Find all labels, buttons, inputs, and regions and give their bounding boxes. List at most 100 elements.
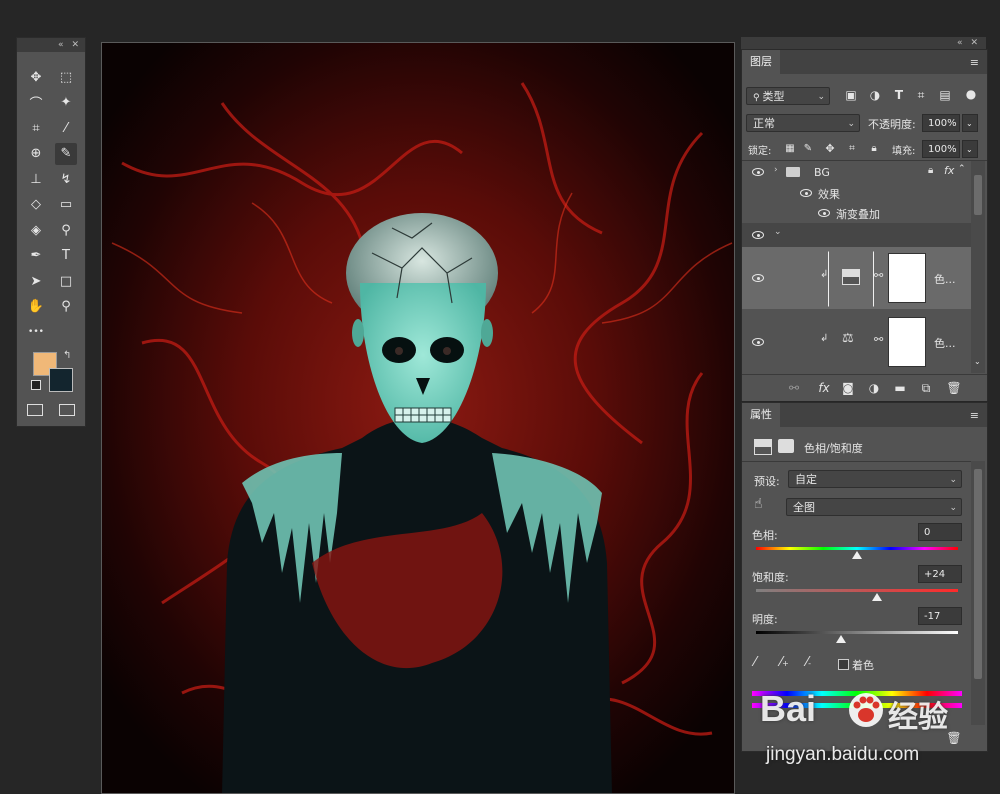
scroll-thumb[interactable]	[974, 175, 982, 215]
trash-icon[interactable]: 🗑︎	[946, 730, 962, 746]
default-colors-icon[interactable]	[31, 380, 41, 390]
filter-type-icon[interactable]: T	[892, 88, 906, 102]
lasso-tool[interactable]: ⌒	[25, 92, 47, 114]
chain-link-icon[interactable]: ⚯	[874, 333, 883, 346]
blur-tool[interactable]: ◈	[25, 219, 47, 241]
tab-properties[interactable]: 属性	[742, 403, 780, 427]
dodge-tool[interactable]: ⚲	[55, 219, 77, 241]
marquee-tool[interactable]: ⬚	[55, 66, 77, 88]
screen-mode-icon[interactable]	[59, 404, 75, 416]
opacity-dropdown[interactable]: ⌄	[962, 114, 978, 132]
eyedropper-add-icon[interactable]: ⁄+	[780, 655, 789, 670]
document-canvas[interactable]	[101, 42, 735, 794]
pen-tool[interactable]: ✒	[25, 245, 47, 267]
eyedropper-tool[interactable]: ⁄	[55, 117, 77, 139]
visibility-eye-icon[interactable]	[750, 166, 766, 178]
adjustment-layer-icon[interactable]: ◑	[866, 380, 882, 396]
new-group-icon[interactable]: ▬	[892, 380, 908, 396]
filter-pixel-icon[interactable]: ▣	[844, 88, 858, 102]
panel-menu-icon[interactable]: ≡	[970, 409, 979, 422]
preset-dropdown[interactable]: 自定 ⌄	[788, 470, 962, 488]
path-selection-tool[interactable]: ➤	[25, 270, 47, 292]
lock-all-icon[interactable]: 🔒︎	[868, 142, 880, 154]
channel-dropdown[interactable]: 全图 ⌄	[786, 498, 962, 516]
tab-layers[interactable]: 图层	[742, 50, 780, 74]
visibility-eye-icon[interactable]	[816, 207, 832, 219]
add-mask-icon[interactable]: ◙	[840, 380, 856, 396]
effects-row[interactable]: 效果	[742, 183, 971, 203]
colorize-checkbox[interactable]	[838, 659, 849, 670]
fx-icon[interactable]: fx	[816, 380, 832, 396]
lock-artboard-icon[interactable]: ⌗	[846, 142, 858, 154]
lightness-field[interactable]: -17	[918, 607, 962, 625]
scroll-down-icon[interactable]: ⌄	[974, 357, 981, 366]
filter-shape-icon[interactable]: ⌗	[914, 88, 928, 102]
link-layers-icon[interactable]: ⚯	[786, 380, 802, 396]
chevron-up-icon[interactable]: ⌃	[958, 164, 966, 174]
mask-icon[interactable]	[778, 439, 794, 453]
visibility-eye-icon[interactable]	[798, 187, 814, 199]
panel-menu-icon[interactable]: ≡	[970, 56, 979, 69]
close-icon[interactable]: ✕	[970, 37, 978, 49]
healing-brush-tool[interactable]: ⊕	[25, 143, 47, 165]
eyedropper-icon[interactable]: ⁄	[754, 655, 756, 670]
brush-tool[interactable]: ✎	[55, 142, 77, 165]
layer-row-group-expanded[interactable]: ⌄	[742, 223, 971, 247]
close-icon[interactable]: ✕	[71, 40, 79, 50]
opacity-field[interactable]: 100%	[922, 114, 960, 132]
right-panel-grip[interactable]: «✕	[741, 37, 986, 49]
hue-field[interactable]: 0	[918, 523, 962, 541]
filter-adjustment-icon[interactable]: ◑	[868, 88, 882, 102]
hue-slider-track[interactable]	[756, 547, 958, 550]
move-tool[interactable]: ✥	[25, 66, 47, 88]
clone-stamp-tool[interactable]: ⊥	[25, 168, 47, 190]
chevron-down-icon[interactable]: ⌄	[774, 227, 782, 237]
layer-row-color-balance[interactable]: ↲ ⚖ ⚯ 色...	[742, 311, 971, 373]
scroll-thumb[interactable]	[974, 469, 982, 679]
lock-position-icon[interactable]: ✥	[824, 142, 836, 155]
lightness-slider-track[interactable]	[756, 631, 958, 634]
eyedropper-subtract-icon[interactable]: ⁄-	[806, 655, 811, 670]
layer-mask-thumbnail[interactable]	[888, 253, 926, 303]
visibility-eye-icon[interactable]	[750, 229, 766, 241]
type-tool[interactable]: T	[55, 245, 77, 267]
filter-smart-object-icon[interactable]: ▤	[938, 88, 952, 102]
quick-mask-icon[interactable]	[27, 404, 43, 416]
lock-image-icon[interactable]: ✎	[802, 142, 814, 154]
hand-tool[interactable]: ✋	[25, 296, 47, 318]
collapse-icon[interactable]: «	[957, 37, 963, 49]
background-color-swatch[interactable]	[49, 368, 73, 392]
tools-panel-grip[interactable]: «✕	[17, 38, 85, 52]
effect-row-gradient-overlay[interactable]: 渐变叠加	[742, 203, 971, 223]
blend-mode-dropdown[interactable]: 正常 ⌄	[746, 114, 860, 132]
visibility-eye-icon[interactable]	[750, 272, 766, 284]
lightness-slider-thumb[interactable]	[835, 635, 846, 643]
layer-filter-dropdown[interactable]: ⚲ 类型 ⌄	[746, 87, 830, 105]
layers-scrollbar[interactable]: ⌄	[971, 161, 985, 373]
hand-targeted-adjustment-icon[interactable]: ☝	[754, 496, 763, 512]
trash-icon[interactable]: 🗑︎	[946, 380, 962, 396]
more-tools[interactable]: •••	[25, 321, 47, 343]
zoom-tool[interactable]: ⚲	[55, 296, 77, 318]
saturation-field[interactable]: +24	[918, 565, 962, 583]
visibility-eye-icon[interactable]	[750, 336, 766, 348]
rectangle-tool[interactable]: □	[55, 270, 77, 292]
new-layer-icon[interactable]: ⧉	[918, 380, 934, 396]
chevron-right-icon[interactable]: ›	[774, 165, 778, 175]
magic-wand-tool[interactable]: ✦	[55, 92, 77, 114]
fill-field[interactable]: 100%	[922, 140, 960, 158]
saturation-slider-thumb[interactable]	[872, 593, 883, 601]
history-brush-tool[interactable]: ↯	[55, 168, 77, 190]
layer-row-group-bg[interactable]: › BG 🔒︎ fx ⌃	[742, 161, 971, 183]
filter-toggle-icon[interactable]: ●	[966, 86, 976, 102]
saturation-slider-track[interactable]	[756, 589, 958, 592]
collapse-icon[interactable]: «	[58, 40, 64, 50]
gradient-tool[interactable]: ▭	[55, 194, 77, 216]
properties-scrollbar[interactable]	[971, 461, 985, 731]
layer-row-hue-saturation[interactable]: ↲ ⚯ 色...	[742, 247, 971, 309]
eraser-tool[interactable]: ◇	[25, 194, 47, 216]
crop-tool[interactable]: ⌗	[25, 117, 47, 139]
swap-colors-icon[interactable]: ↰	[63, 350, 71, 361]
fill-dropdown[interactable]: ⌄	[962, 140, 978, 158]
lock-transparency-icon[interactable]: ▦	[784, 142, 796, 154]
